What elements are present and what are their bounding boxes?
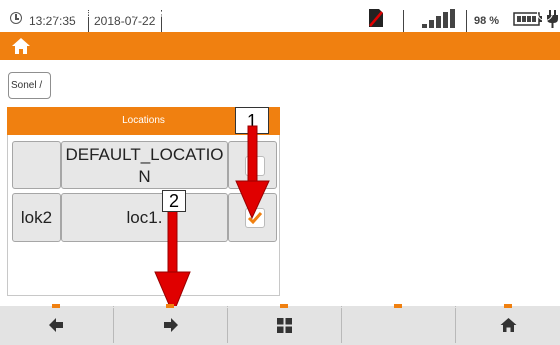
toolbar-tick <box>52 304 60 308</box>
toolbar-tick <box>280 304 288 308</box>
annotation-arrows <box>154 125 270 316</box>
grid-view-button[interactable] <box>228 306 341 345</box>
arrow-right-icon <box>164 318 178 332</box>
empty-toolbar-button[interactable] <box>342 306 455 345</box>
arrow-left-icon <box>49 318 63 332</box>
annotation-label-2: 2 <box>162 190 186 212</box>
toolbar-tick <box>394 304 402 308</box>
prev-button[interactable] <box>0 306 113 345</box>
grid-icon <box>277 318 292 333</box>
toolbar-tick <box>166 304 174 308</box>
home-button[interactable] <box>456 306 560 345</box>
home-icon <box>500 318 517 332</box>
next-button[interactable] <box>114 306 227 345</box>
toolbar-tick <box>504 304 512 308</box>
